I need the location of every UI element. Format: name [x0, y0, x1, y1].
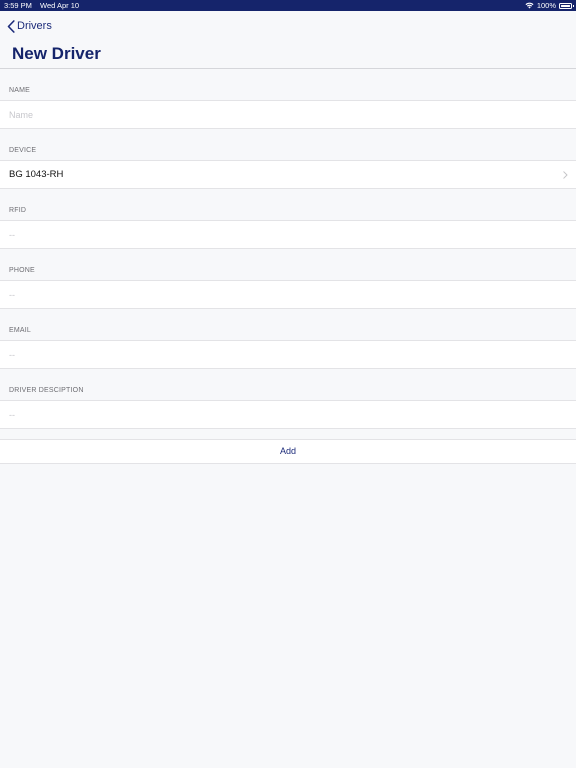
- description-row: [0, 400, 576, 429]
- description-input[interactable]: [9, 401, 549, 428]
- name-input[interactable]: [9, 101, 549, 128]
- email-row: [0, 340, 576, 369]
- name-label: NAME: [9, 87, 31, 94]
- back-button-label: Drivers: [17, 20, 52, 32]
- rfid-label: RFID: [9, 207, 27, 214]
- device-row[interactable]: BG 1043-RH: [0, 160, 576, 189]
- rfid-row: [0, 220, 576, 249]
- phone-input[interactable]: [9, 281, 549, 308]
- new-driver-form: NAME DEVICE BG 1043-RH RFID PHONE EMAIL …: [0, 69, 576, 464]
- device-value: BG 1043-RH: [9, 169, 64, 180]
- description-label: DRIVER DESCIPTION: [9, 387, 84, 394]
- phone-row: [0, 280, 576, 309]
- status-bar: 3:59 PM Wed Apr 10 100%: [0, 0, 576, 11]
- status-indicators: 100%: [525, 0, 574, 11]
- chevron-right-icon: [563, 171, 568, 179]
- back-button[interactable]: Drivers: [7, 17, 52, 35]
- status-time: 3:59 PM: [4, 1, 32, 10]
- name-row: [0, 100, 576, 129]
- battery-icon: [559, 2, 574, 9]
- wifi-icon: [525, 2, 534, 9]
- device-label: DEVICE: [9, 147, 37, 154]
- chevron-left-icon: [7, 19, 15, 33]
- page-title: New Driver: [12, 44, 101, 63]
- phone-label: PHONE: [9, 267, 35, 274]
- rfid-input[interactable]: [9, 221, 549, 248]
- battery-percent: 100%: [536, 1, 556, 10]
- status-time-date: 3:59 PM Wed Apr 10: [4, 0, 79, 11]
- status-date: Wed Apr 10: [40, 1, 80, 10]
- navigation-bar: Drivers New Driver: [0, 11, 576, 69]
- email-input[interactable]: [9, 341, 549, 368]
- add-button[interactable]: Add: [0, 439, 576, 464]
- email-label: EMAIL: [9, 327, 32, 334]
